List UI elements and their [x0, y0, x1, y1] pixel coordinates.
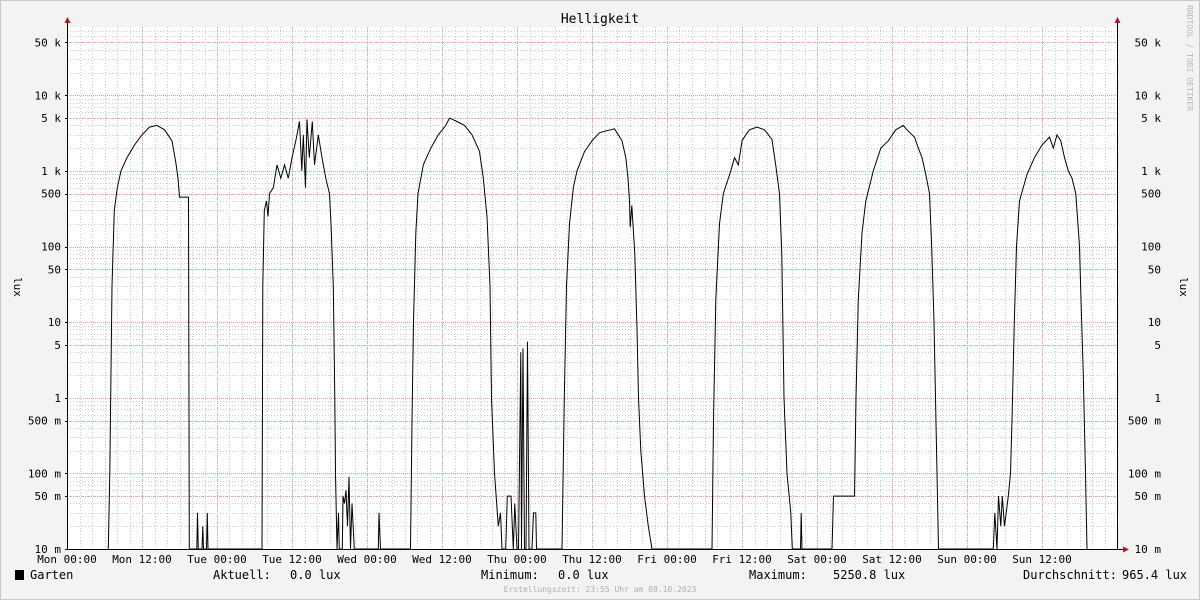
y-tick-label: 10 — [48, 316, 61, 329]
legend-current-label: Aktuell: — [213, 568, 271, 582]
x-tick-label: Wed 12:00 — [412, 553, 472, 566]
y-tick-label: 50 — [48, 263, 61, 276]
y-tick-label: 50 m — [1135, 490, 1162, 503]
chart: 10 m 50 m 100 m 500 m 1 5 10 50 100 500 1 k 5 k 10 k… — [11, 5, 1194, 594]
y-tick-label: 10 k — [1135, 89, 1162, 102]
y-tick-label: 1 k — [1141, 165, 1161, 178]
y-tick-label: 10 — [1148, 316, 1161, 329]
x-tick-label: Sun 00:00 — [937, 553, 997, 566]
y-tick-label: 1 — [54, 392, 61, 405]
legend-avg-label: Durchschnitt: — [1023, 568, 1117, 582]
x-tick-label: Sat 12:00 — [862, 553, 922, 566]
y-tick-labels-right: 10 m 50 m 100 m 500 m 1 5 10 50 100 500 1 k 5 k 10 k… — [1128, 36, 1161, 556]
y-axis-arrow-right — [1114, 17, 1121, 23]
x-tick-label: Tue 12:00 — [262, 553, 322, 566]
y-tick-label: 5 — [1154, 339, 1161, 352]
x-tick-labels: Mon 00:00 Mon 12:00 Tue 00:00 Tue 12:00 Wed … — [37, 553, 1072, 566]
y-tick-label: 1 — [1154, 392, 1161, 405]
x-tick-label: Fri 00:00 — [637, 553, 697, 566]
legend-current-value: 0.0 lux — [290, 568, 341, 582]
x-tick-label: Tue 00:00 — [187, 553, 247, 566]
y-tick-label: 5 — [54, 339, 61, 352]
legend-swatch-garten — [15, 570, 24, 580]
legend-min-label: Minimum: — [481, 568, 539, 582]
rrdtool-watermark: RRDTOOL / TOBI OETIKER — [1185, 5, 1194, 111]
y-tick-label: 50 k — [1135, 36, 1162, 49]
x-tick-label: Thu 12:00 — [562, 553, 622, 566]
y-tick-label: 100 m — [1128, 467, 1161, 480]
y-tick-label: 10 m — [1135, 543, 1162, 556]
x-tick-label: Wed 00:00 — [337, 553, 397, 566]
y-tick-label: 1 k — [41, 165, 61, 178]
y-tick-label: 500 — [1141, 188, 1161, 201]
y-tick-labels-left: 10 m50 m100 m500 m1510501005001 k5 k10 k… — [28, 36, 61, 556]
y-tick-label: 5 k — [1141, 112, 1161, 125]
y-tick-label: 50 k — [35, 36, 62, 49]
legend-max-value: 5250.8 lux — [833, 568, 905, 582]
y-tick-label: 500 m — [28, 415, 61, 428]
y-tick-label: 100 — [41, 241, 61, 254]
y-tick-label: 500 m — [1128, 415, 1161, 428]
x-tick-label: Sat 00:00 — [787, 553, 847, 566]
y-axis-label-left: lux — [11, 277, 24, 297]
y-tick-label: 500 — [41, 188, 61, 201]
legend-max-label: Maximum: — [749, 568, 807, 582]
y-tick-label: 50 m — [35, 490, 62, 503]
legend-min-value: 0.0 lux — [558, 568, 609, 582]
x-tick-label: Mon 12:00 — [112, 553, 172, 566]
y-tick-label: 100 m — [28, 467, 61, 480]
x-tick-label: Sun 12:00 — [1012, 553, 1072, 566]
y-tick-label: 100 — [1141, 241, 1161, 254]
x-tick-label: Mon 00:00 — [37, 553, 97, 566]
x-tick-label: Fri 12:00 — [712, 553, 772, 566]
chart-title: Helligkeit — [561, 12, 639, 27]
y-tick-label: 5 k — [41, 112, 61, 125]
x-tick-label: Thu 00:00 — [487, 553, 547, 566]
x-axis-arrow — [1123, 546, 1129, 553]
y-tick-label: 10 k — [35, 89, 62, 102]
y-axis-label-right: lux — [1177, 277, 1190, 297]
y-axis-arrow-left — [64, 17, 71, 23]
legend-series-name: Garten — [30, 568, 73, 582]
y-tick-label: 50 — [1148, 263, 1161, 276]
creation-time: Erstellungszeit: 23:55 Uhr am 08.10.2023 — [504, 585, 697, 594]
legend-avg-value: 965.4 lux — [1122, 568, 1187, 582]
